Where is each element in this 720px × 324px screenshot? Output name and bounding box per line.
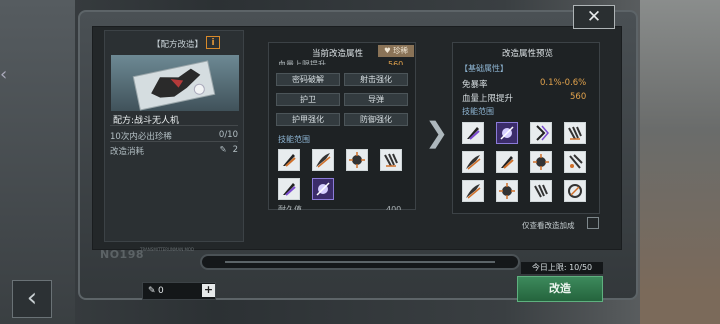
- cut-durability-value: 400: [386, 205, 402, 210]
- daily-limit: 今日上限: 10/50: [521, 262, 603, 274]
- progress-slot-line: [225, 261, 495, 263]
- back-button[interactable]: ‹: [12, 280, 52, 318]
- rare-badge-label: 珍稀: [393, 46, 409, 55]
- slash-skill-icon[interactable]: [462, 180, 484, 202]
- blade-skill-icon[interactable]: [462, 122, 484, 144]
- claw-skill-icon[interactable]: [530, 180, 552, 202]
- claw-skill-icon[interactable]: [380, 149, 402, 171]
- modify-button[interactable]: 改造: [517, 276, 603, 302]
- claw-skill-icon[interactable]: [564, 151, 586, 173]
- material-quantity-value: 0: [158, 286, 164, 296]
- serial-number: NO198: [100, 248, 145, 261]
- blade-skill-icon[interactable]: [278, 149, 300, 171]
- attr-label: 血量上限提升: [462, 94, 514, 104]
- material-icon: ✎: [148, 286, 156, 296]
- add-material-button[interactable]: +: [202, 284, 215, 297]
- pity-counter-value: 0/10: [218, 130, 238, 140]
- slash-skill-icon[interactable]: [312, 149, 334, 171]
- card-divider: [110, 141, 238, 142]
- gem-icon: ♥: [383, 46, 391, 55]
- orb-skill-icon[interactable]: [312, 178, 334, 200]
- close-button[interactable]: ✕: [573, 5, 615, 29]
- current-skill-range-label: 技能范围: [278, 135, 310, 144]
- info-icon[interactable]: i: [206, 36, 220, 49]
- prev-page-icon[interactable]: ‹: [0, 60, 10, 90]
- attr-value: 560: [570, 92, 587, 102]
- attr-label: 免暴率: [462, 80, 488, 90]
- tag-escort: 护卫: [276, 93, 340, 106]
- preview-title: 改造属性预览: [502, 49, 554, 59]
- cut-durability-label: 耐久值: [278, 205, 302, 210]
- drone-blueprint-image: [111, 55, 239, 111]
- daily-limit-value: 10/50: [569, 263, 593, 272]
- attr-value: 0.1%-0.6%: [540, 78, 587, 88]
- only-bonus-checkbox[interactable]: [587, 217, 599, 229]
- tag-shooting-boost: 射击强化: [344, 73, 408, 86]
- burst-skill-icon[interactable]: [346, 149, 368, 171]
- cost-value-group: ✎ 2: [219, 145, 238, 155]
- claw-skill-icon[interactable]: [564, 122, 586, 144]
- tag-missile: 导弹: [344, 93, 408, 106]
- card-divider: [110, 125, 238, 126]
- background-left: [0, 0, 75, 324]
- orb-skill-icon[interactable]: [564, 180, 586, 202]
- arrow-right-icon: ❯: [425, 116, 449, 149]
- burst-skill-icon[interactable]: [530, 122, 552, 144]
- base-attributes-label: 【基础属性】: [460, 64, 508, 73]
- only-bonus-label: 仅查看改造加成: [522, 221, 575, 230]
- background-right: [640, 0, 720, 324]
- orb-skill-icon[interactable]: [496, 122, 518, 144]
- tag-password-crack: 密码破解: [276, 73, 340, 86]
- burst-skill-icon[interactable]: [496, 180, 518, 202]
- burst-skill-icon[interactable]: [530, 151, 552, 173]
- rare-badge: ♥ 珍稀: [378, 45, 414, 57]
- slash-skill-icon[interactable]: [462, 151, 484, 173]
- cost-row: 改造消耗 ✎ 2: [110, 145, 238, 157]
- cut-attribute-value: 560: [388, 60, 404, 65]
- tag-defense-boost: 防御强化: [344, 113, 408, 126]
- cost-label: 改造消耗: [110, 147, 145, 157]
- material-icon: ✎: [219, 145, 227, 155]
- preview-skill-range-label: 技能范围: [462, 107, 494, 116]
- current-attributes-title: 当前改造属性: [312, 49, 364, 59]
- cost-value: 2: [232, 145, 238, 155]
- cut-attribute-label: 血量上限提升: [278, 60, 326, 65]
- blade-skill-icon[interactable]: [496, 151, 518, 173]
- blade-skill-icon[interactable]: [278, 178, 300, 200]
- serial-subtext: TRANSMITTERUNMAN MOD: [140, 247, 195, 252]
- tag-armor-boost: 护甲强化: [276, 113, 340, 126]
- daily-limit-label: 今日上限:: [531, 263, 567, 272]
- recipe-card-title: 【配方改造】: [152, 40, 204, 50]
